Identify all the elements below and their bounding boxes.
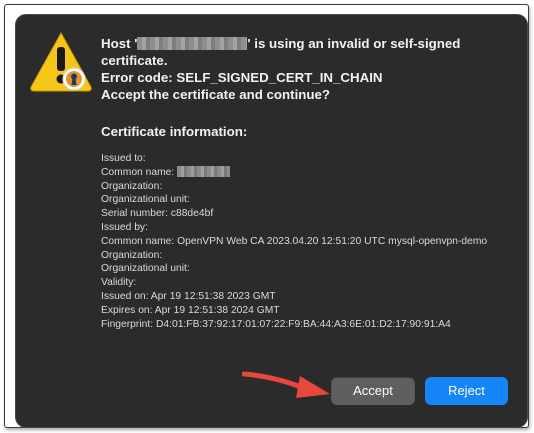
accept-button[interactable]: Accept	[331, 377, 415, 405]
subject-common-name: Common name:	[101, 165, 521, 180]
issued-to-label: Issued to:	[101, 153, 146, 164]
subject-organization: Organization:	[101, 180, 163, 192]
issuer-organization: Organization:	[101, 249, 163, 261]
issuer-common-name: Common name: OpenVPN Web CA 2023.04.20 1…	[101, 235, 488, 247]
screenshot-frame: Host ' ' is using an invalid or self-sign…	[4, 4, 529, 428]
subject-organizational-unit: Organizational unit:	[101, 194, 190, 206]
message-line-certificate: certificate.	[101, 53, 168, 68]
annotation-arrow-icon	[242, 371, 330, 398]
warning-triangle-icon	[30, 31, 92, 92]
error-code-line: Error code: SELF_SIGNED_CERT_IN_CHAIN	[101, 70, 383, 85]
issued-by-label: Issued by:	[101, 221, 148, 233]
host-line: Host ' ' is using an invalid or self-sign…	[101, 36, 461, 51]
validity-label: Validity:	[101, 277, 137, 289]
expires-on: Expires on: Apr 19 12:51:38 2024 GMT	[101, 304, 280, 316]
dialog-message: Host ' ' is using an invalid or self-sign…	[101, 35, 506, 103]
issued-on: Issued on: Apr 19 12:51:38 2023 GMT	[101, 290, 276, 302]
redacted-common-name	[177, 165, 231, 177]
issuer-organizational-unit: Organizational unit:	[101, 263, 190, 275]
certificate-info-title: Certificate information:	[101, 124, 248, 139]
prompt-line: Accept the certificate and continue?	[101, 87, 331, 102]
certificate-dialog: Host ' ' is using an invalid or self-sign…	[15, 14, 528, 428]
serial-number: Serial number: c88de4bf	[101, 208, 214, 220]
openvpn-badge-icon	[62, 67, 86, 91]
fingerprint: Fingerprint: D4:01:FB:37:92:17:01:07:22:…	[101, 318, 451, 330]
redacted-hostname	[137, 37, 248, 50]
reject-button[interactable]: Reject	[425, 377, 508, 405]
certificate-info-details: Issued to: Common name: Organization: Or…	[101, 152, 521, 331]
